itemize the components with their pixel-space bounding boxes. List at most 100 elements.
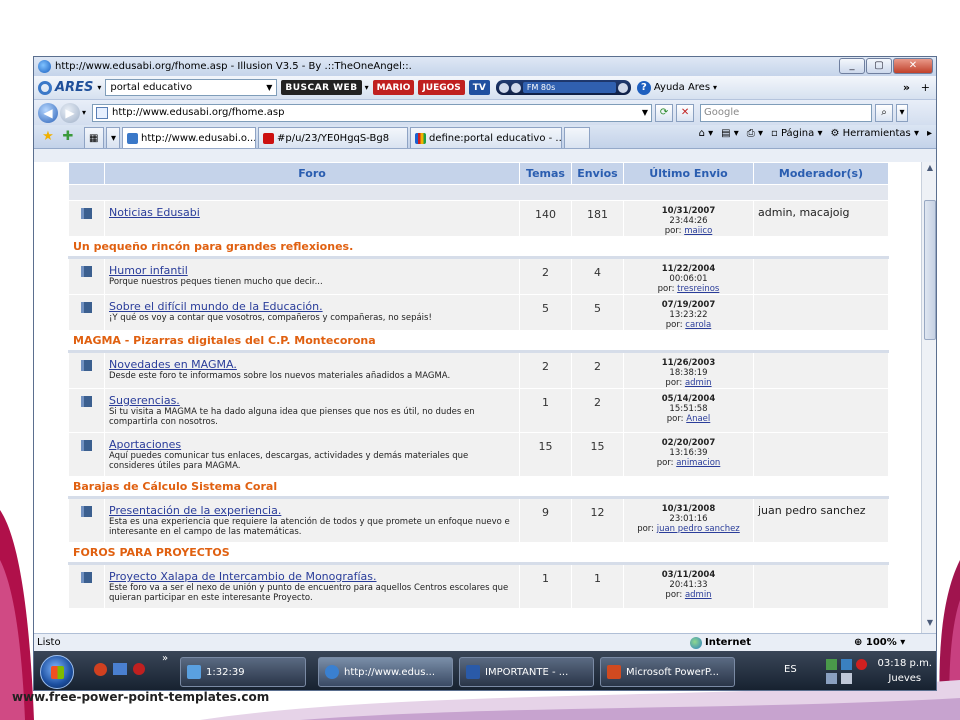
app-icon[interactable]: [94, 663, 107, 676]
volume-icon[interactable]: [841, 673, 852, 684]
last-post-author-link[interactable]: juan pedro sanchez: [657, 524, 740, 534]
chevron-down-icon[interactable]: ▾: [365, 83, 369, 92]
back-icon[interactable]: ◀: [38, 102, 58, 123]
scroll-up-icon[interactable]: ▲: [924, 163, 936, 177]
forum-title-link[interactable]: Aportaciones: [109, 438, 515, 451]
google-search-input[interactable]: Google: [700, 103, 873, 122]
favorites-star-icon[interactable]: ★: [38, 129, 58, 144]
maximize-button[interactable]: ▢: [866, 58, 892, 74]
last-post-author-link[interactable]: maiico: [684, 226, 712, 236]
last-post-author-line: por: maiico: [624, 226, 753, 236]
tab-edusabi[interactable]: http://www.edusabi.o...✕: [122, 127, 256, 148]
tray-icon[interactable]: [826, 659, 837, 670]
tray-icon[interactable]: [841, 659, 852, 670]
start-button[interactable]: [40, 654, 74, 689]
category-row: FOROS PARA PROYECTOS: [68, 542, 889, 565]
last-post-author-link[interactable]: tresreinos: [677, 284, 719, 294]
forum-title-link[interactable]: Sobre el difícil mundo de la Educación.: [109, 300, 515, 313]
play-icon[interactable]: [498, 82, 509, 93]
radio-station[interactable]: FM 80s: [522, 82, 616, 93]
print-icon[interactable]: ⎙ ▾: [747, 128, 763, 139]
forum-title-link[interactable]: Proyecto Xalapa de Intercambio de Monogr…: [109, 570, 515, 583]
close-button[interactable]: ✕: [893, 58, 933, 74]
juegos-button[interactable]: JUEGOS: [418, 80, 465, 95]
forum-topics: 2: [519, 351, 572, 389]
desktop-icon[interactable]: [113, 663, 127, 675]
tab-list-icon[interactable]: ▾: [106, 127, 120, 148]
vertical-scrollbar[interactable]: ▲ ▼: [921, 162, 936, 633]
tray-icon[interactable]: [856, 659, 867, 670]
taskbar-item-ie[interactable]: http://www.edus...: [318, 657, 453, 687]
forum-title-link[interactable]: Presentación de la experiencia.: [109, 504, 515, 517]
quick-tabs-icon[interactable]: ▦: [84, 127, 104, 148]
forum-title-link[interactable]: Humor infantil: [109, 264, 515, 277]
app-icon[interactable]: [133, 663, 145, 675]
last-post-author-link[interactable]: animacion: [676, 458, 720, 468]
mario-button[interactable]: MARIO: [372, 80, 415, 95]
search-icon[interactable]: ⌕: [875, 103, 894, 122]
forum-cell: Humor infantil Porque nuestros peques tie…: [104, 257, 520, 295]
zoom-control[interactable]: ⊕ 100% ▾: [854, 637, 905, 648]
google-placeholder: Google: [704, 106, 740, 118]
ares-dropdown-icon[interactable]: ▾: [97, 83, 101, 92]
last-post-author-link[interactable]: admin: [685, 378, 712, 388]
scroll-down-icon[interactable]: ▼: [924, 618, 936, 632]
chevron-right-icon[interactable]: »: [162, 653, 168, 664]
last-post-date: 07/19/2007: [661, 300, 716, 310]
forum-cell: Noticias Edusabi: [104, 200, 520, 237]
clock[interactable]: 03:18 p.m. Jueves: [878, 656, 932, 686]
last-post-by-prefix: por:: [637, 524, 655, 534]
stop-icon[interactable]: ✕: [676, 103, 695, 122]
zone-indicator[interactable]: Internet: [690, 636, 751, 649]
home-icon[interactable]: ⌂ ▾: [699, 128, 714, 139]
taskbar-item-clock[interactable]: 1:32:39: [180, 657, 306, 687]
buscar-web-button[interactable]: BUSCAR WEB: [281, 80, 362, 95]
language-indicator[interactable]: ES: [784, 664, 797, 675]
forum-topics: 1: [519, 388, 572, 433]
forward-icon[interactable]: ▶: [60, 102, 80, 123]
forum-title-link[interactable]: Noticias Edusabi: [109, 206, 515, 219]
chevron-down-icon[interactable]: ▾: [82, 108, 86, 117]
last-post-by-prefix: por:: [666, 414, 684, 424]
url-input[interactable]: http://www.edusabi.org/fhome.asp ▼: [92, 103, 653, 122]
volume-icon[interactable]: [617, 82, 628, 93]
forum-topics: 15: [519, 432, 572, 477]
tv-button[interactable]: TV: [468, 80, 490, 95]
add-favorite-icon[interactable]: ✚: [58, 129, 78, 144]
feeds-icon[interactable]: ▤ ▾: [721, 128, 739, 139]
forum-book-icon: [81, 302, 92, 313]
chevron-down-icon[interactable]: ▾: [896, 103, 909, 122]
forum-title-link[interactable]: Novedades en MAGMA.: [109, 358, 515, 371]
refresh-icon[interactable]: ⟳: [655, 103, 674, 122]
stop-icon[interactable]: [510, 82, 521, 93]
chevron-down-icon[interactable]: ▼: [642, 108, 651, 117]
forum-posts: 4: [571, 257, 624, 295]
ares-search-input[interactable]: portal educativo ▼: [105, 79, 278, 96]
last-post-author-link[interactable]: admin: [685, 590, 712, 600]
tab-youtube[interactable]: #p/u/23/YE0HgqS-Bg8: [258, 127, 408, 148]
taskbar-item-word[interactable]: IMPORTANTE - ...: [459, 657, 594, 687]
ares-logo[interactable]: ARES: [38, 80, 93, 95]
add-icon[interactable]: +: [921, 81, 930, 94]
last-post-cell: 05/14/2004 15:51:58 por: Anael: [623, 388, 754, 433]
taskbar-item-powerpoint[interactable]: Microsoft PowerP...: [600, 657, 735, 687]
category-title: Un pequeño rincón para grandes reflexion…: [68, 236, 889, 259]
network-icon[interactable]: [826, 673, 837, 684]
minimize-button[interactable]: _: [839, 58, 865, 74]
chevron-right-icon[interactable]: »: [903, 81, 910, 94]
scroll-thumb[interactable]: [924, 200, 936, 340]
chevron-down-icon[interactable]: ▼: [266, 83, 272, 92]
last-post-date: 03/11/2004: [661, 570, 716, 580]
last-post-author-link[interactable]: Anael: [686, 414, 710, 424]
radio-player[interactable]: FM 80s: [495, 80, 631, 95]
last-post-by-prefix: por:: [657, 284, 675, 294]
forum-title-link[interactable]: Sugerencias.: [109, 394, 515, 407]
help-menu[interactable]: ? Ayuda Ares ▾: [636, 80, 717, 95]
chevron-right-icon[interactable]: ▸: [927, 128, 932, 139]
last-post-author-link[interactable]: carola: [685, 320, 711, 330]
page-menu[interactable]: ▫ Página ▾: [771, 128, 822, 139]
tools-menu[interactable]: ⚙ Herramientas ▾: [830, 128, 918, 139]
tab-google[interactable]: define:portal educativo - ...: [410, 127, 562, 148]
new-tab-button[interactable]: [564, 127, 590, 148]
forum-moderator: [753, 432, 889, 477]
